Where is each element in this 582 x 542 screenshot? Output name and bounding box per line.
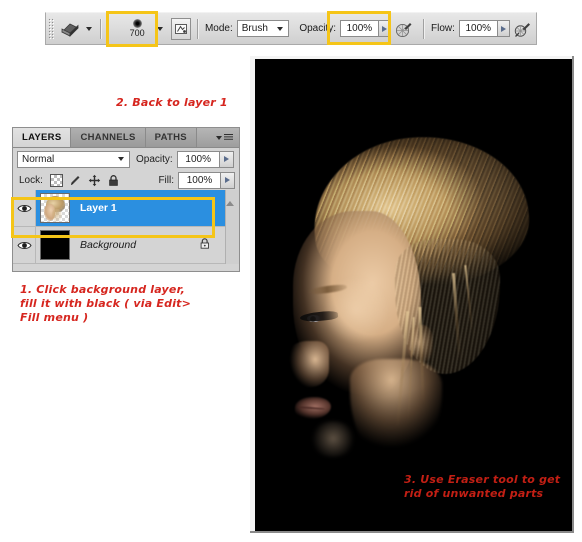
panel-opacity-input[interactable]: 100% [176,150,219,168]
mode-label: Mode: [204,23,233,34]
lock-and-fill-row: Lock: Fill: 100% [13,170,239,190]
document-window [250,56,574,533]
brush-preset-picker[interactable]: 700 [122,16,164,42]
spinner-arrow-icon [223,156,229,162]
chevron-down-icon[interactable] [86,26,93,31]
nose-region [283,341,329,387]
lock-transparent-pixels-icon[interactable] [49,173,63,187]
airbrush-icon[interactable] [394,19,414,39]
eye-visibility-icon [16,241,32,249]
opacity-value: 100% [346,23,373,34]
layer-name: Background [80,239,137,251]
soft-round-brush-icon: 700 [122,16,152,42]
chevron-down-icon[interactable] [277,26,284,31]
chevron-down-icon[interactable] [118,157,124,161]
layer-visibility-toggle[interactable] [13,190,36,226]
tablet-pressure-icon[interactable] [513,19,533,39]
chin-highlight [310,421,356,457]
flow-value: 100% [465,23,492,34]
mode-select[interactable]: Brush [236,20,290,37]
spinner-arrow-icon [500,25,506,32]
tab-layers[interactable]: LAYERS [13,128,72,147]
scroll-up-arrow-icon[interactable] [226,190,234,206]
panel-tab-bar: LAYERS CHANNELS PATHS [13,128,239,148]
image-canvas[interactable] [255,59,572,531]
table-row[interactable]: Background [13,227,239,264]
fill-label: Fill: [158,174,174,186]
panel-opacity-spinner-button[interactable] [218,150,234,168]
fill-spinner-button[interactable] [220,171,235,189]
lock-label: Lock: [19,174,43,186]
divider [197,18,199,39]
blend-and-opacity-row: Normal Opacity: 100% [13,148,239,170]
tab-paths-label: PATHS [154,132,187,143]
flow-label: Flow: [430,23,455,34]
panel-menu-icon[interactable] [210,128,239,147]
padlock-icon [199,237,211,253]
tab-channels[interactable]: CHANNELS [71,128,146,147]
flow-spinner-button[interactable] [496,20,511,37]
mode-value: Brush [241,23,268,34]
layer-name: Layer 1 [80,202,117,214]
layer-thumbnail-portrait[interactable] [40,193,70,223]
brush-size-label: 700 [129,28,145,38]
eraser-tool-preset-button[interactable] [57,19,94,39]
table-row[interactable]: Layer 1 [13,190,239,227]
panel-opacity-value: 100% [185,153,211,165]
blend-mode-select[interactable]: Normal [17,150,130,168]
neck-region [350,359,442,464]
layer-list: Layer 1 Background [13,190,239,264]
options-bar-grip[interactable] [48,17,55,40]
eye-visibility-icon [16,204,32,212]
fill-value: 100% [186,174,213,186]
lock-all-icon[interactable] [107,174,120,187]
annotation-step-2: 2. Back to layer 1 [116,96,228,109]
layer-list-scrollbar[interactable] [225,190,239,264]
layer-thumbnail-black[interactable] [40,230,70,260]
spinner-arrow-icon [382,25,388,32]
divider [100,18,103,39]
lock-position-icon[interactable] [88,174,101,187]
chevron-down-icon[interactable] [157,26,164,31]
panel-opacity-label: Opacity: [136,153,173,165]
opacity-label: Opacity: [299,23,337,34]
layer-visibility-toggle[interactable] [13,227,36,263]
annotation-step-1: 1. Click background layer, fill it with … [20,283,192,324]
tab-paths[interactable]: PATHS [145,128,197,147]
flow-input[interactable]: 100% [458,20,497,37]
layers-panel: LAYERS CHANNELS PATHS Normal Opacity: 10… [12,127,240,272]
opacity-input[interactable]: 100% [340,20,378,37]
tab-channels-label: CHANNELS [80,132,136,143]
fill-input[interactable]: 100% [178,171,220,189]
toggle-brushes-panel-icon[interactable] [171,17,192,40]
opacity-spinner-button[interactable] [377,20,392,37]
eraser-icon [59,19,81,39]
divider [423,18,425,39]
spinner-arrow-icon [225,177,230,183]
lock-image-pixels-icon[interactable] [69,174,82,187]
annotation-step-3: 3. Use Eraser tool to get rid of unwante… [404,473,561,500]
tab-layers-label: LAYERS [22,132,62,143]
eraser-options-bar: 700 Mode: Brush Opacity: 100% Flow: 100% [45,12,537,45]
blend-mode-value: Normal [22,153,55,165]
